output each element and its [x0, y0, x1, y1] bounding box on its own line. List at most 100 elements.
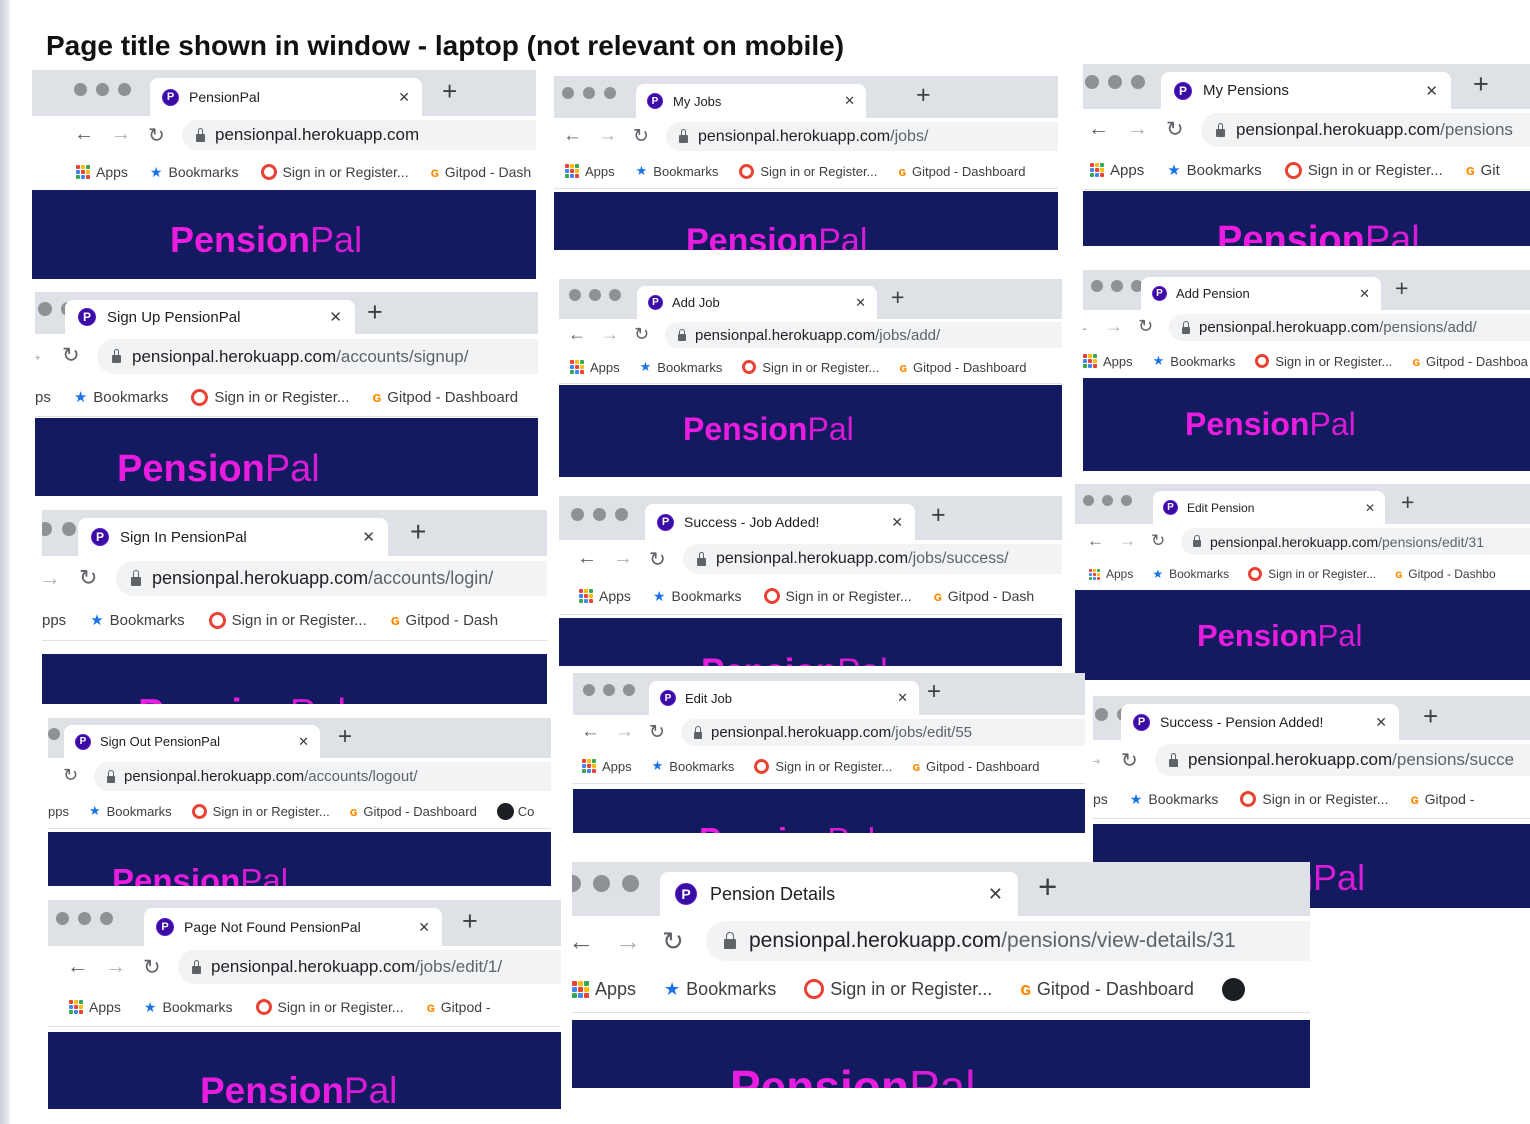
reload-icon[interactable]: ↻: [649, 721, 665, 744]
back-icon[interactable]: ←: [581, 721, 600, 743]
active-tab[interactable]: P Success - Pension Added! ✕: [1121, 704, 1399, 740]
address-bar[interactable]: pensionpal.herokuapp.com/pensions/add/: [1169, 314, 1530, 341]
address-bar[interactable]: pensionpal.herokuapp.com: [182, 120, 536, 150]
active-tab[interactable]: P Sign In PensionPal ✕: [78, 518, 388, 556]
reload-icon[interactable]: ↻: [1138, 316, 1153, 337]
bookmark-gitpod-trunc2[interactable]: ɢ Gitpod - Dashbo: [1395, 567, 1495, 581]
active-tab[interactable]: P PensionPal ✕: [150, 78, 422, 116]
bookmark-sign-in[interactable]: Sign in or Register...: [1240, 791, 1388, 807]
bookmark-gitpod-git[interactable]: ɢ Git: [1466, 162, 1500, 179]
reload-icon[interactable]: ↻: [634, 324, 649, 345]
reload-icon[interactable]: ↻: [143, 955, 161, 980]
pensionpal-logo[interactable]: PensionPal: [730, 1064, 975, 1088]
active-tab[interactable]: P Add Job ✕: [637, 286, 877, 319]
bookmark-bookmarks[interactable]: ★ Bookmarks: [1167, 161, 1261, 180]
window-maximize-dot[interactable]: [609, 289, 621, 301]
pensionpal-logo[interactable]: PensionPal: [701, 654, 888, 666]
window-maximize-dot[interactable]: [604, 87, 616, 99]
bookmark-bookmarks[interactable]: ★ Bookmarks: [74, 388, 168, 407]
tab-close-icon[interactable]: ✕: [891, 514, 903, 531]
forward-icon[interactable]: →: [42, 565, 61, 591]
bookmark-apps[interactable]: Apps: [579, 588, 631, 604]
bookmark-apps[interactable]: Apps: [582, 759, 632, 774]
new-tab-icon[interactable]: +: [367, 297, 383, 328]
reload-icon[interactable]: ↻: [633, 125, 649, 148]
tab-close-icon[interactable]: ✕: [897, 690, 908, 706]
forward-icon[interactable]: →: [598, 125, 617, 147]
window-maximize-dot[interactable]: [1121, 495, 1132, 506]
window-minimize-dot[interactable]: [62, 522, 76, 536]
address-bar[interactable]: pensionpal.herokuapp.com/jobs/edit/55: [681, 719, 1085, 746]
window-close-dot[interactable]: [571, 508, 584, 521]
pensionpal-logo[interactable]: PensionPal: [112, 864, 288, 886]
new-tab-icon[interactable]: +: [338, 723, 352, 751]
pensionpal-logo[interactable]: PensionPal: [200, 1072, 397, 1109]
forward-icon[interactable]: →: [1093, 748, 1104, 771]
bookmark-cut[interactable]: Co: [496, 802, 534, 820]
new-tab-icon[interactable]: +: [410, 516, 426, 548]
active-tab[interactable]: P Page Not Found PensionPal ✕: [144, 908, 442, 946]
address-bar[interactable]: pensionpal.herokuapp.com/pensions: [1201, 113, 1530, 147]
bookmark-sign-in[interactable]: Sign in or Register...: [208, 611, 367, 629]
window-minimize-dot[interactable]: [593, 875, 610, 892]
new-tab-icon[interactable]: +: [1038, 868, 1057, 906]
pensionpal-logo[interactable]: PensionPal: [686, 224, 867, 250]
tab-close-icon[interactable]: ✕: [298, 734, 309, 750]
new-tab-icon[interactable]: +: [931, 501, 946, 530]
new-tab-icon[interactable]: +: [916, 81, 931, 110]
bookmark-gitpod[interactable]: ɢ Gitpod - Dashboard: [1020, 979, 1194, 1000]
forward-icon[interactable]: →: [1127, 117, 1148, 141]
bookmark-sign-in[interactable]: Sign in or Register...: [191, 388, 349, 406]
active-tab[interactable]: P My Jobs ✕: [636, 84, 866, 118]
reload-icon[interactable]: ↻: [1151, 531, 1165, 551]
active-tab[interactable]: P Sign Up PensionPal ✕: [65, 300, 355, 334]
bookmark-gitpod-short[interactable]: ɢ Gitpod - Dash: [431, 164, 532, 180]
reload-icon[interactable]: ↻: [1121, 748, 1138, 773]
tab-close-icon[interactable]: ✕: [398, 89, 410, 106]
reload-icon[interactable]: ↻: [63, 765, 78, 786]
bookmark-apps-clip2[interactable]: ps: [1093, 791, 1108, 807]
bookmark-gitpod-trunc3[interactable]: ɢ Gitpod -: [1410, 791, 1474, 807]
window-minimize-dot[interactable]: [603, 684, 615, 696]
window-close-dot[interactable]: [569, 289, 581, 301]
bookmark-bookmarks[interactable]: ★ Bookmarks: [640, 359, 723, 375]
bookmark-bookmarks[interactable]: ★ Bookmarks: [1152, 567, 1229, 581]
bookmark-apps[interactable]: Apps: [572, 979, 636, 1000]
window-minimize-dot[interactable]: [589, 289, 601, 301]
new-tab-icon[interactable]: +: [1395, 275, 1408, 302]
tab-close-icon[interactable]: ✕: [362, 528, 375, 546]
pensionpal-logo[interactable]: PensionPal: [683, 413, 854, 445]
back-icon[interactable]: ←: [1083, 316, 1090, 337]
window-minimize-dot[interactable]: [1102, 495, 1113, 506]
pensionpal-logo[interactable]: PensionPal: [170, 222, 362, 258]
bookmark-sign-in[interactable]: Sign in or Register...: [1255, 354, 1392, 369]
tab-close-icon[interactable]: ✕: [329, 308, 342, 326]
bookmark-bookmarks[interactable]: ★ Bookmarks: [653, 588, 742, 605]
bookmark-apps[interactable]: Apps: [565, 164, 615, 179]
bookmark-bookmarks[interactable]: ★ Bookmarks: [1153, 353, 1236, 369]
pensionpal-logo[interactable]: PensionPal: [117, 450, 320, 488]
address-bar[interactable]: pensionpal.herokuapp.com/jobs/edit/1/: [178, 950, 561, 984]
bookmark-gitpod-short[interactable]: ɢ Gitpod - Dash: [391, 612, 498, 629]
address-bar[interactable]: pensionpal.herokuapp.com/accounts/logout…: [94, 762, 551, 791]
bookmark-apps-clip[interactable]: pps: [42, 612, 66, 629]
window-close-dot[interactable]: [1083, 495, 1094, 506]
active-tab[interactable]: P Success - Job Added! ✕: [645, 504, 915, 540]
bookmark-bookmarks[interactable]: ★ Bookmarks: [664, 979, 776, 1000]
bookmark-bookmarks[interactable]: ★ Bookmarks: [652, 758, 735, 774]
bookmark-gitpod-trunc[interactable]: ɢ Gitpod - Dashboa: [1412, 354, 1528, 369]
back-icon[interactable]: ←: [577, 547, 597, 570]
back-icon[interactable]: ←: [1087, 531, 1104, 551]
forward-icon[interactable]: →: [35, 343, 44, 367]
window-minimize-dot[interactable]: [96, 83, 109, 96]
pensionpal-logo[interactable]: PensionPal: [699, 823, 875, 833]
bookmark-sign-in[interactable]: Sign in or Register...: [739, 163, 877, 179]
bookmark-sign-in[interactable]: Sign in or Register...: [1248, 567, 1376, 581]
bookmark-sign-in[interactable]: Sign in or Register...: [260, 164, 409, 180]
bookmark-apps-clip[interactable]: pps: [48, 804, 69, 819]
back-icon[interactable]: ←: [563, 125, 582, 147]
new-tab-icon[interactable]: +: [1401, 489, 1414, 516]
reload-icon[interactable]: ↻: [148, 123, 165, 148]
forward-icon[interactable]: →: [111, 123, 131, 146]
active-tab[interactable]: P Edit Job ✕: [649, 681, 919, 715]
